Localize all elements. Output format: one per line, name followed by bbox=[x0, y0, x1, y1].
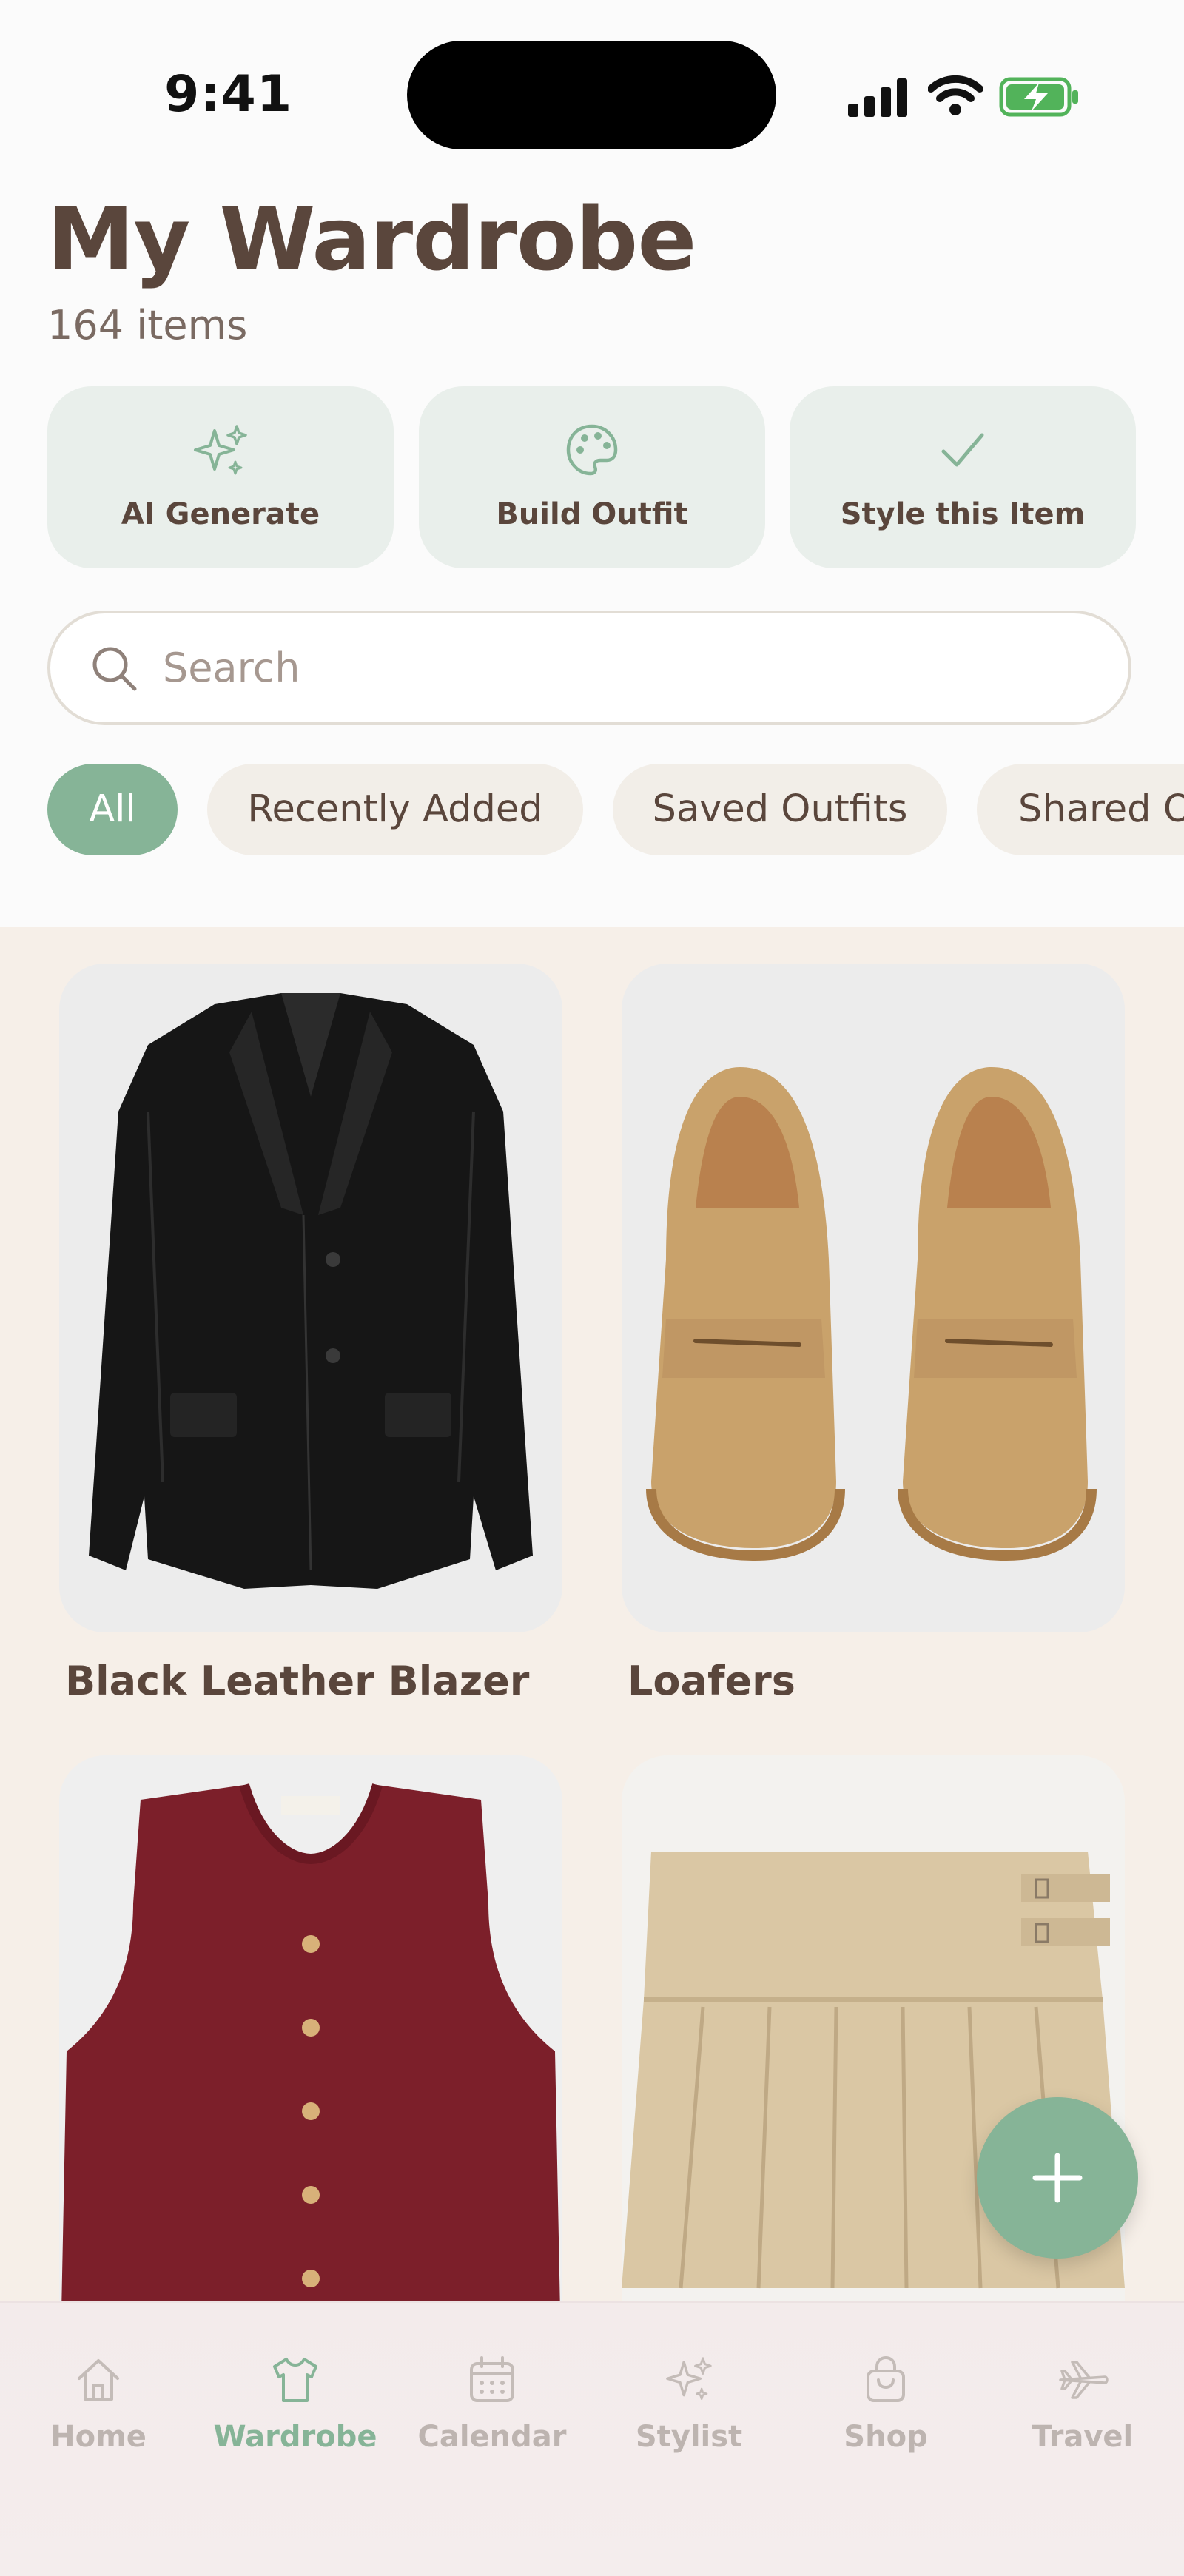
tab-travel-label: Travel bbox=[1032, 2420, 1134, 2454]
add-item-button[interactable] bbox=[977, 2097, 1138, 2259]
tab-shop-label: Shop bbox=[844, 2420, 928, 2454]
black-leather-blazer-image bbox=[89, 993, 533, 1589]
calendar-icon bbox=[470, 2356, 514, 2402]
plus-icon bbox=[1032, 2153, 1083, 2203]
ai-generate-label: AI Generate bbox=[121, 497, 320, 531]
status-time: 9:41 bbox=[164, 65, 293, 124]
tab-travel[interactable]: Travel bbox=[984, 2353, 1181, 2454]
item-count: 164 items bbox=[47, 302, 248, 349]
item-name-loafers: Loafers bbox=[628, 1658, 796, 1704]
tab-shop[interactable]: Shop bbox=[787, 2353, 984, 2454]
palette-icon bbox=[566, 424, 618, 476]
filter-chip-saved-outfits[interactable]: Saved Outfits bbox=[613, 764, 947, 855]
wifi-icon bbox=[928, 75, 983, 115]
page-title: My Wardrobe bbox=[47, 188, 696, 290]
airplane-icon bbox=[1059, 2361, 1109, 2399]
tab-calendar-label: Calendar bbox=[417, 2420, 567, 2454]
style-this-item-button[interactable]: Style this Item bbox=[790, 386, 1136, 568]
tab-home[interactable]: Home bbox=[0, 2353, 197, 2454]
filter-chip-shared-outfits[interactable]: Shared O bbox=[977, 764, 1184, 855]
build-outfit-label: Build Outfit bbox=[496, 497, 688, 531]
filter-chip-all[interactable]: All bbox=[47, 764, 178, 855]
tab-stylist-label: Stylist bbox=[635, 2420, 743, 2454]
sparkles-icon bbox=[666, 2357, 712, 2400]
search-input[interactable]: Search bbox=[47, 611, 1131, 725]
style-this-item-label: Style this Item bbox=[840, 497, 1086, 531]
tab-calendar[interactable]: Calendar bbox=[394, 2353, 591, 2454]
tab-home-label: Home bbox=[50, 2420, 147, 2454]
shopping-bag-icon bbox=[867, 2355, 905, 2402]
dynamic-island bbox=[407, 41, 776, 149]
checkmark-icon bbox=[941, 433, 984, 467]
tab-stylist[interactable]: Stylist bbox=[591, 2353, 787, 2454]
tab-wardrobe[interactable]: Wardrobe bbox=[197, 2353, 394, 2454]
suede-loafers-image bbox=[646, 1067, 1097, 1561]
build-outfit-button[interactable]: Build Outfit bbox=[419, 386, 765, 568]
search-icon bbox=[92, 647, 137, 691]
ai-generate-button[interactable]: AI Generate bbox=[47, 386, 394, 568]
battery-charging-icon bbox=[999, 77, 1078, 117]
tshirt-icon bbox=[273, 2358, 317, 2402]
item-card-loafers[interactable] bbox=[622, 964, 1125, 1632]
tab-wardrobe-label: Wardrobe bbox=[213, 2420, 377, 2454]
item-name-black-leather-blazer: Black Leather Blazer bbox=[65, 1658, 530, 1704]
home-icon bbox=[78, 2359, 119, 2401]
item-card-black-leather-blazer[interactable] bbox=[59, 964, 562, 1632]
search-placeholder: Search bbox=[163, 645, 300, 691]
cellular-signal-icon bbox=[848, 78, 907, 117]
sparkles-icon bbox=[194, 425, 247, 475]
filter-chip-recently-added[interactable]: Recently Added bbox=[207, 764, 583, 855]
